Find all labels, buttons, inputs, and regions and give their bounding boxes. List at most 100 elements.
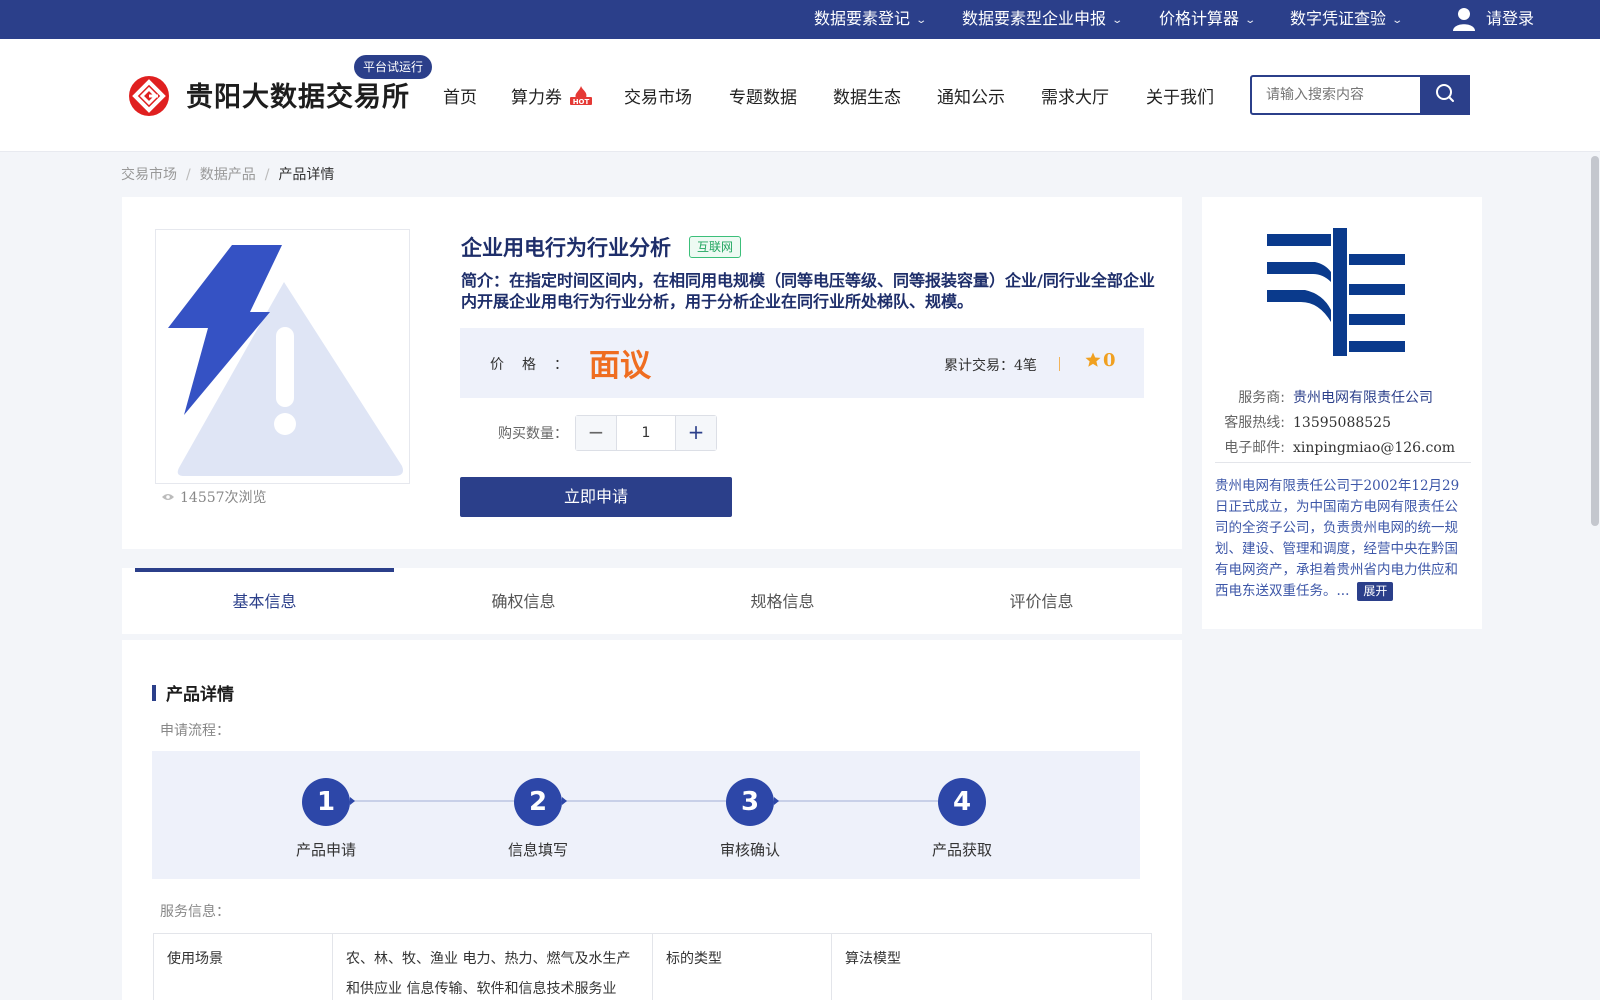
eye-icon	[162, 494, 174, 500]
star-icon	[1085, 352, 1101, 367]
product-intro: 简介：在指定时间区间内，在相同用电规模（同等电压等级、同等报装容量）企业/同行业…	[461, 271, 1155, 311]
logo-text[interactable]: 贵阳大数据交易所	[186, 75, 410, 114]
expand-button[interactable]: 展开	[1357, 582, 1394, 601]
price-value: 面议	[589, 348, 651, 384]
email-label: 电子邮件:	[1224, 440, 1285, 456]
detail-tabs: 基本信息 确权信息 规格信息 评价信息	[122, 568, 1182, 634]
table-row: 使用场景 农、林、牧、渔业 电力、热力、燃气及水生产和供应业 信息传输、软件和信…	[153, 933, 1152, 1000]
header: 贵阳大数据交易所 平台试运行 首页 算力券 交易市场 专题数据 数据生态 通知公…	[0, 39, 1600, 152]
nav-data-ecosystem[interactable]: 数据生态	[833, 83, 901, 108]
flow-connector	[562, 800, 728, 802]
flow-label: 申请流程：	[160, 723, 230, 739]
quantity-stepper: − 1 +	[575, 415, 717, 451]
flow-connector	[774, 800, 940, 802]
service-info-label: 服务信息：	[160, 904, 230, 920]
table-cell-key: 标的类型	[652, 933, 832, 1000]
decrease-button[interactable]: −	[576, 416, 617, 450]
nav-home[interactable]: 首页	[443, 83, 477, 108]
divider	[1215, 462, 1471, 463]
breadcrumb-data-products[interactable]: 数据产品	[200, 167, 256, 183]
topbar-item-label: 价格计算器	[1159, 9, 1240, 28]
topbar-item-enterprise-declaration[interactable]: 数据要素型企业申报 ⌄	[962, 0, 1124, 39]
provider-name-link[interactable]: 贵州电网有限责任公司	[1293, 390, 1433, 406]
breadcrumb-current: 产品详情	[278, 167, 335, 183]
step-label: 产品申请	[295, 841, 356, 859]
tab-basic-info[interactable]: 基本信息	[135, 568, 394, 634]
top-bar: 数据要素登记 ⌄ 数据要素型企业申报 ⌄ 价格计算器 ⌄ 数字凭证查验 ⌄ 请登录	[0, 0, 1600, 39]
nav-about-us[interactable]: 关于我们	[1146, 83, 1214, 108]
provider-email-row: 电子邮件: xinpingmiao@126.com	[1215, 437, 1455, 457]
quantity-value[interactable]: 1	[617, 416, 675, 450]
search-icon	[1436, 84, 1454, 102]
topbar-item-label: 数字凭证查验	[1290, 9, 1387, 28]
section-title: 产品详情	[166, 685, 234, 705]
scrollbar-thumb[interactable]	[1591, 156, 1599, 526]
provider-description-text: 贵州电网有限责任公司于2002年12月29日正式成立，为中国南方电网有限责任公司…	[1215, 478, 1460, 599]
apply-now-button[interactable]: 立即申请	[460, 477, 732, 517]
product-title: 企业用电行为行业分析	[461, 235, 671, 260]
step-arrow-icon	[774, 797, 779, 805]
provider-logo	[1265, 226, 1415, 361]
hot-flame-icon: HOT	[570, 86, 592, 106]
beta-badge: 平台试运行	[354, 55, 433, 79]
phone-value: 13595088525	[1293, 415, 1391, 431]
tab-rights-info[interactable]: 确权信息	[394, 568, 653, 634]
nav-demand-hall[interactable]: 需求大厅	[1041, 83, 1109, 108]
provider-phone-row: 客服热线: 13595088525	[1215, 412, 1391, 432]
nav-notices[interactable]: 通知公示	[937, 83, 1005, 108]
trade-count-label: 累计交易：	[944, 358, 1014, 374]
provider-description: 贵州电网有限责任公司于2002年12月29日正式成立，为中国南方电网有限责任公司…	[1215, 476, 1470, 602]
provider-name-row: 服务商: 贵州电网有限责任公司	[1215, 387, 1433, 407]
user-icon[interactable]	[1453, 7, 1475, 31]
nav-trading-market[interactable]: 交易市场	[624, 83, 692, 108]
breadcrumb-separator: /	[264, 167, 270, 183]
provider-name-label: 服务商:	[1238, 390, 1285, 406]
breadcrumb: 交易市场 / 数据产品 / 产品详情	[121, 164, 334, 184]
login-link[interactable]: 请登录	[1486, 0, 1534, 39]
rating-score: 0	[1103, 350, 1116, 371]
trade-count: 累计交易：4笔	[944, 355, 1037, 375]
trade-count-value: 4笔	[1014, 358, 1037, 374]
step-label: 产品获取	[931, 841, 992, 859]
table-cell-key: 使用场景	[153, 933, 333, 1000]
email-value: xinpingmiao@126.com	[1293, 440, 1456, 456]
exchange-logo-icon[interactable]	[128, 75, 170, 117]
step-number: 2	[514, 778, 562, 826]
topbar-item-label: 数据要素型企业申报	[962, 9, 1107, 28]
product-image	[155, 229, 410, 484]
section-marker	[152, 685, 156, 701]
view-count-text: 14557次浏览	[180, 490, 267, 506]
chevron-down-icon: ⌄	[1111, 15, 1124, 26]
step-number: 3	[726, 778, 774, 826]
phone-label: 客服热线:	[1224, 415, 1285, 431]
tab-review-info[interactable]: 评价信息	[912, 568, 1171, 634]
svg-text:HOT: HOT	[573, 98, 590, 106]
breadcrumb-trading-market[interactable]: 交易市场	[121, 167, 177, 183]
step-label: 审核确认	[719, 841, 780, 859]
chevron-down-icon: ⌄	[915, 15, 928, 26]
breadcrumb-separator: /	[186, 167, 191, 183]
step-number: 4	[938, 778, 986, 826]
table-cell-value: 算法模型	[831, 933, 1152, 1000]
topbar-item-label: 数据要素登记	[814, 9, 911, 28]
topbar-item-data-registration[interactable]: 数据要素登记 ⌄	[814, 0, 928, 39]
topbar-item-price-calculator[interactable]: 价格计算器 ⌄	[1159, 0, 1257, 39]
search-button[interactable]	[1420, 75, 1470, 115]
service-info-table: 使用场景 农、林、牧、渔业 电力、热力、燃气及水生产和供应业 信息传输、软件和信…	[153, 933, 1152, 1000]
increase-button[interactable]: +	[675, 416, 716, 450]
topbar-item-digital-credential[interactable]: 数字凭证查验 ⌄	[1290, 0, 1404, 39]
flow-connector	[350, 800, 516, 802]
lightning-warning-icon	[168, 245, 403, 476]
quantity-label: 购买数量：	[498, 426, 568, 442]
nav-topic-data[interactable]: 专题数据	[729, 83, 797, 108]
view-count: 14557次浏览	[162, 487, 267, 507]
chevron-down-icon: ⌄	[1244, 15, 1257, 26]
tab-spec-info[interactable]: 规格信息	[653, 568, 912, 634]
table-cell-value: 农、林、牧、渔业 电力、热力、燃气及水生产和供应业 信息传输、软件和信息技术服务…	[332, 933, 653, 1000]
nav-compute-voucher[interactable]: 算力券	[511, 83, 562, 108]
step-number: 1	[302, 778, 350, 826]
step-arrow-icon	[350, 797, 355, 805]
chevron-down-icon: ⌄	[1391, 15, 1404, 26]
step-label: 信息填写	[507, 841, 568, 859]
price-label: 价格：	[490, 357, 586, 373]
